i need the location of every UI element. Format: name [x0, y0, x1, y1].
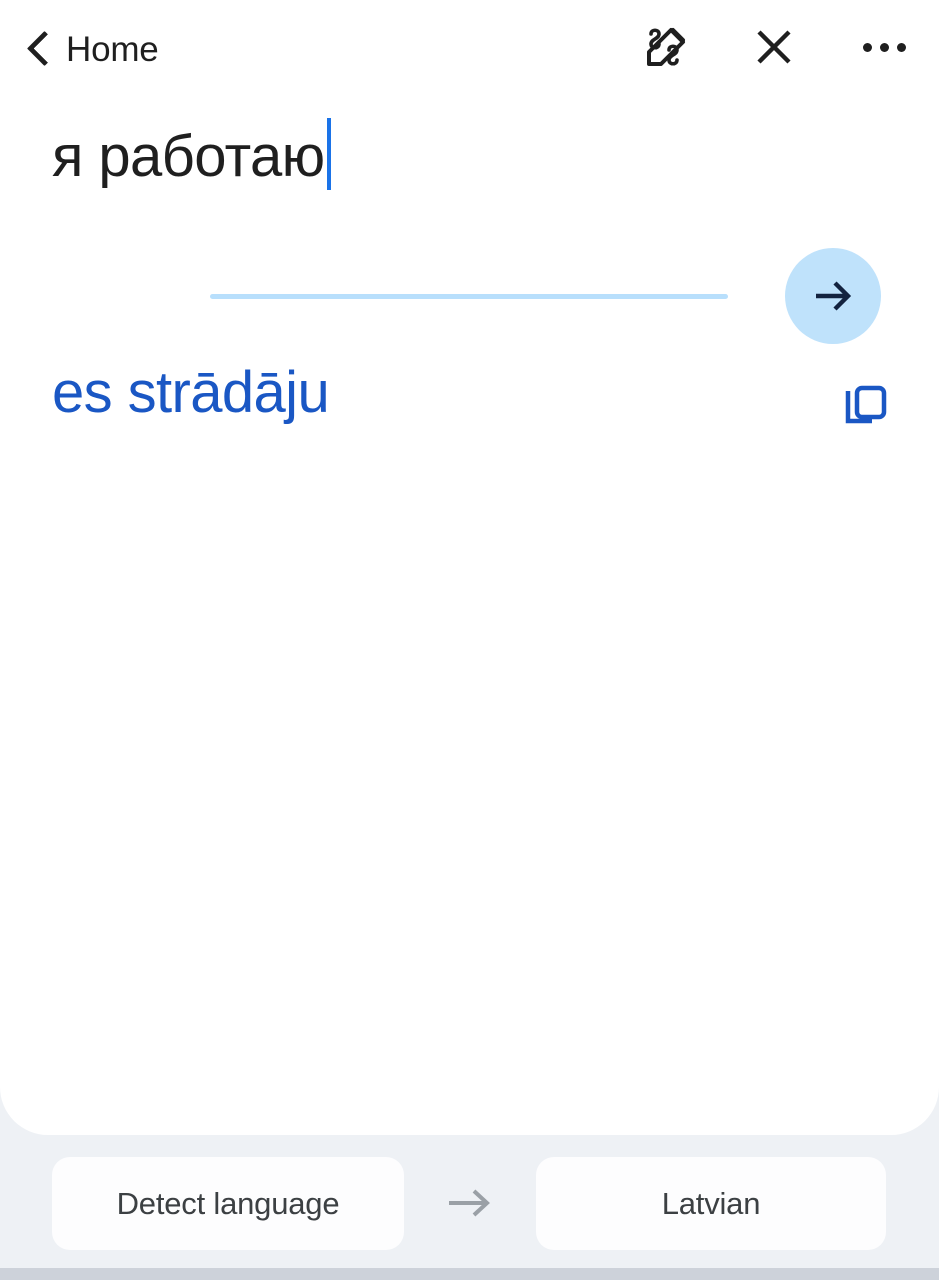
- back-to-home-button[interactable]: Home: [26, 22, 159, 76]
- copy-translation-button[interactable]: [833, 374, 899, 440]
- translation-output-area: es strādāju: [0, 358, 939, 440]
- text-caret: [326, 118, 331, 190]
- arrow-right-icon: [449, 1189, 490, 1217]
- target-language-button[interactable]: Latvian: [536, 1157, 886, 1250]
- translation-text[interactable]: es strādāju: [52, 358, 833, 429]
- close-icon: [757, 30, 791, 64]
- source-text-area: я работаю: [0, 118, 939, 228]
- copy-icon: [845, 385, 887, 424]
- language-selector-bar: Detect language Latvian: [0, 1135, 939, 1268]
- chevron-left-icon: [26, 28, 52, 70]
- close-button[interactable]: [745, 18, 803, 76]
- input-divider: [210, 294, 728, 299]
- back-button-label: Home: [66, 29, 159, 69]
- submit-translate-button[interactable]: [785, 248, 881, 344]
- swap-languages-button[interactable]: [440, 1182, 500, 1224]
- source-input-row[interactable]: я работаю: [0, 118, 939, 228]
- app-bar-actions: [635, 18, 913, 76]
- handwriting-icon: [647, 28, 685, 66]
- arrow-right-icon: [816, 281, 852, 311]
- translate-card: Home я работаю es strādāju: [0, 0, 939, 1135]
- app-bar: Home: [0, 0, 939, 98]
- more-options-icon: [862, 42, 906, 52]
- source-text-value: я работаю: [52, 124, 325, 189]
- handwriting-input-button[interactable]: [635, 18, 693, 76]
- source-language-button[interactable]: Detect language: [52, 1157, 404, 1250]
- more-options-button[interactable]: [855, 18, 913, 76]
- system-navigation-strip: [0, 1268, 939, 1280]
- source-text-input[interactable]: я работаю: [52, 118, 331, 193]
